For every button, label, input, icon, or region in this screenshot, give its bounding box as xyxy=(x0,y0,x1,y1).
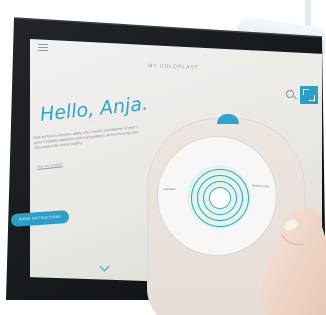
photo-scene: MY COLOPLAST Hello, Anja. Find out how t… xyxy=(0,0,326,315)
search-icon[interactable] xyxy=(286,90,294,98)
product-label-left: Coloplast xyxy=(163,187,176,191)
menu-icon[interactable] xyxy=(38,44,48,52)
stoma-opening xyxy=(209,187,231,209)
expand-icon[interactable] xyxy=(300,86,318,104)
hand xyxy=(262,206,326,315)
